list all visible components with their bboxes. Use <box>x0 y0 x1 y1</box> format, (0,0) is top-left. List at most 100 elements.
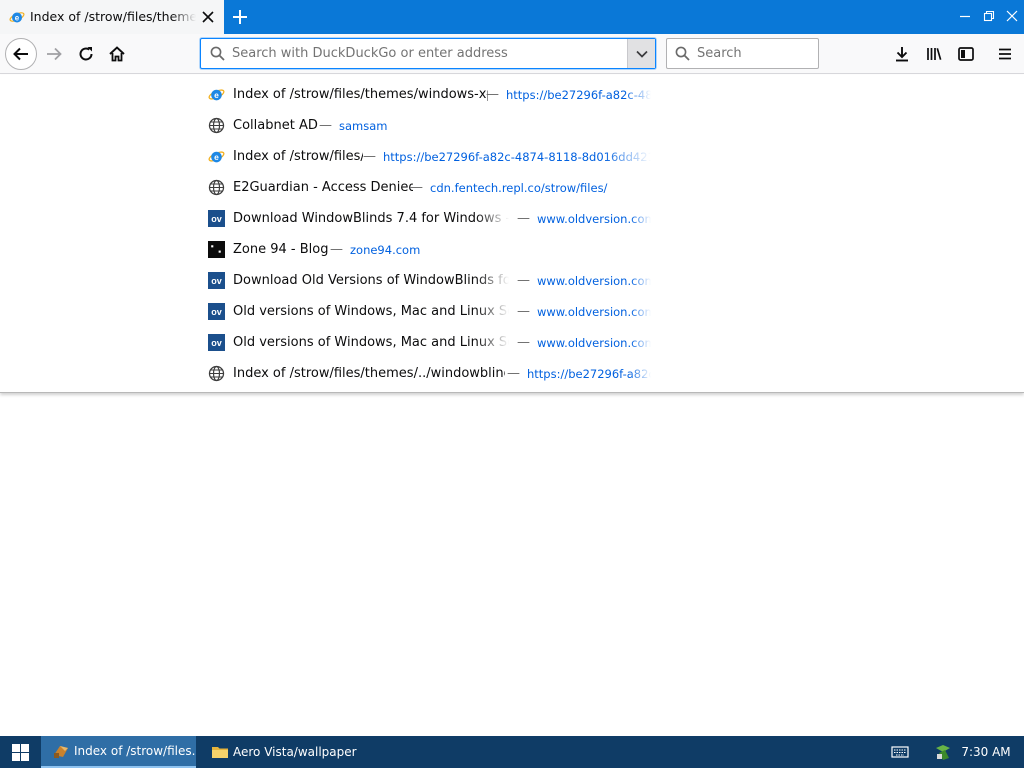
back-button[interactable] <box>5 38 37 70</box>
separator: — <box>517 335 530 350</box>
oldversion-icon: ov <box>208 272 225 289</box>
taskbar-item-folder[interactable]: Aero Vista/wallpaper <box>200 736 358 768</box>
sidebar-icon <box>958 47 974 61</box>
reload-icon <box>79 47 93 61</box>
taskbar: Index of /strow/files... Aero Vista/wall… <box>0 736 1024 768</box>
restore-icon[interactable] <box>982 9 996 23</box>
url-input[interactable] <box>232 39 622 68</box>
separator: — <box>486 87 499 102</box>
result-url: www.oldversion.com <box>537 212 651 226</box>
separator: — <box>507 366 520 381</box>
taskbar-item-label: Aero Vista/wallpaper <box>233 745 357 759</box>
svg-text:e: e <box>214 90 219 100</box>
result-url: www.oldversion.com <box>537 305 651 319</box>
oldversion-icon: ov <box>208 303 225 320</box>
ie-icon: e <box>208 151 225 163</box>
tab-strip: e Index of /strow/files/themes/windows-x… <box>0 0 1024 34</box>
list-item[interactable]: ov Old versions of Windows, Mac and Linu… <box>0 296 1024 327</box>
list-item[interactable]: ov Download Old Versions of WindowBlinds… <box>0 265 1024 296</box>
globe-icon <box>208 365 225 382</box>
svg-text:ov: ov <box>211 307 222 317</box>
oldversion-icon: ov <box>208 210 225 227</box>
minimize-icon[interactable] <box>958 9 972 23</box>
library-button[interactable] <box>920 40 948 68</box>
folder-icon <box>212 747 228 758</box>
new-tab-plus-icon[interactable] <box>231 8 249 26</box>
result-title: Download Old Versions of WindowBlinds fo… <box>233 273 509 288</box>
zone94-icon <box>208 241 225 258</box>
browser-app-icon <box>54 746 68 758</box>
search-bar[interactable] <box>666 38 819 69</box>
reload-button[interactable] <box>72 40 100 68</box>
separator: — <box>330 242 343 257</box>
oldversion-icon: ov <box>208 334 225 351</box>
list-item[interactable]: ov Old versions of Windows, Mac and Linu… <box>0 327 1024 358</box>
result-url: https://be27296f-a82c-4874-8118-8d016dd4… <box>383 150 651 164</box>
download-icon <box>896 47 908 62</box>
result-title: Zone 94 - Blog <box>233 242 328 257</box>
result-url: www.oldversion.com <box>537 274 651 288</box>
svg-text:e: e <box>15 14 20 23</box>
list-item[interactable]: Collabnet AD — samsam <box>0 110 1024 141</box>
result-url: zone94.com <box>350 243 421 257</box>
globe-icon <box>208 179 225 196</box>
ie-icon: e <box>208 89 225 101</box>
forward-button[interactable] <box>40 40 68 68</box>
globe-icon <box>208 117 225 134</box>
result-title: Old versions of Windows, Mac and Linux S… <box>233 304 509 319</box>
separator: — <box>410 180 423 195</box>
taskbar-item-label: Index of /strow/files... <box>74 744 196 758</box>
arrow-right-icon <box>47 47 62 61</box>
address-bar[interactable] <box>200 38 656 69</box>
result-title: Collabnet AD <box>233 118 318 133</box>
search-input[interactable] <box>697 39 815 68</box>
windows-logo-icon <box>11 743 29 761</box>
result-url: https://be27296f-a82c-4874-8118-8d016dd4… <box>506 88 651 102</box>
clock[interactable]: 7:30 AM <box>956 736 1016 768</box>
menu-button[interactable] <box>991 40 1019 68</box>
result-title: Index of /strow/files/themes/windows-xp <box>233 87 488 102</box>
result-url: cdn.fentech.repl.co/strow/files/ <box>430 181 608 195</box>
start-button[interactable] <box>0 736 40 768</box>
hamburger-menu-icon <box>999 48 1011 60</box>
svg-text:ov: ov <box>211 276 222 286</box>
chevron-down-icon <box>635 50 648 58</box>
list-item[interactable]: E2Guardian - Access Denied — cdn.fentech… <box>0 172 1024 203</box>
taskbar-item-browser[interactable]: Index of /strow/files... <box>41 736 196 768</box>
search-icon <box>210 46 225 61</box>
autocomplete-popup: e Index of /strow/files/themes/windows-x… <box>0 75 1024 393</box>
ie-icon: e <box>9 12 25 23</box>
close-window-icon[interactable] <box>1005 9 1019 23</box>
keyboard-icon[interactable] <box>891 744 909 760</box>
sidebar-button[interactable] <box>952 40 980 68</box>
separator: — <box>517 211 530 226</box>
separator: — <box>517 273 530 288</box>
separator: — <box>363 149 376 164</box>
list-item[interactable]: Index of /strow/files/themes/../windowbl… <box>0 358 1024 389</box>
close-icon[interactable] <box>201 10 215 24</box>
downloads-button[interactable] <box>888 40 916 68</box>
arrow-left-icon <box>13 47 28 61</box>
home-icon <box>109 46 125 62</box>
svg-text:e: e <box>214 152 219 162</box>
list-item[interactable]: e Index of /strow/files/ — https://be272… <box>0 141 1024 172</box>
result-title: Old versions of Windows, Mac and Linux S… <box>233 335 509 350</box>
svg-text:ov: ov <box>211 338 222 348</box>
list-item[interactable]: Zone 94 - Blog — zone94.com <box>0 234 1024 265</box>
network-icon[interactable] <box>934 744 952 760</box>
history-dropmarker-button[interactable] <box>627 39 655 68</box>
navigation-toolbar <box>0 34 1024 74</box>
result-url: www.oldversion.com <box>537 336 651 350</box>
result-title: Index of /strow/files/ <box>233 149 363 164</box>
search-icon <box>675 46 690 61</box>
tab-title: Index of /strow/files/themes/windows-xp <box>30 9 196 24</box>
list-item[interactable]: ov Download WindowBlinds 7.4 for Windows… <box>0 203 1024 234</box>
tab-active[interactable]: e Index of /strow/files/themes/windows-x… <box>0 0 224 34</box>
result-title: Index of /strow/files/themes/../windowbl… <box>233 366 505 381</box>
result-title: Download WindowBlinds 7.4 for Windows - … <box>233 211 509 226</box>
result-title: E2Guardian - Access Denied <box>233 180 413 195</box>
result-url: samsam <box>339 119 388 133</box>
separator: — <box>319 118 332 133</box>
home-button[interactable] <box>103 40 131 68</box>
list-item[interactable]: e Index of /strow/files/themes/windows-x… <box>0 79 1024 110</box>
